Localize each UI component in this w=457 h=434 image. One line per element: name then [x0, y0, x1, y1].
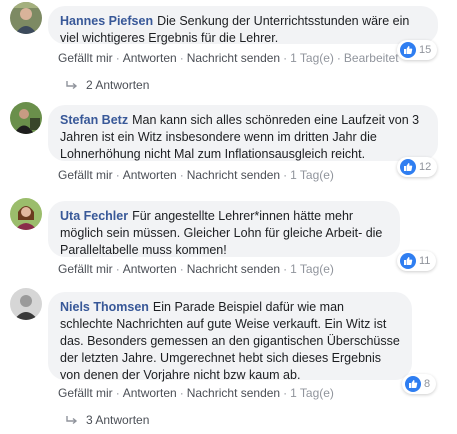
separator-dot: · [115, 51, 120, 65]
view-replies-link[interactable]: 3 Antworten [66, 413, 149, 427]
like-link[interactable]: Gefällt mir [58, 168, 113, 182]
avatar-photo-icon [10, 102, 42, 134]
reply-arrow-icon [66, 415, 78, 425]
comment-author[interactable]: Hannes Piefsen [60, 14, 153, 28]
like-count: 15 [419, 44, 432, 56]
avatar[interactable] [10, 288, 42, 320]
send-message-link[interactable]: Nachricht senden [187, 262, 280, 276]
reply-link[interactable]: Antworten [123, 386, 177, 400]
timestamp[interactable]: 1 Tag(e) [290, 386, 334, 400]
separator-dot: · [115, 386, 120, 400]
like-reaction-icon [400, 42, 416, 58]
comment-actions: Gefällt mir · Antworten · Nachricht senden · 1… [58, 51, 399, 65]
comment-author[interactable]: Niels Thomsen [60, 300, 149, 314]
timestamp[interactable]: 1 Tag(e) [290, 168, 334, 182]
replies-count-label: 3 Antworten [86, 413, 150, 427]
comment-bubble: Hannes Piefsen Die Senkung der Unterricht… [48, 6, 438, 45]
view-replies-link[interactable]: 2 Antworten [66, 78, 149, 92]
reply-arrow-icon [66, 80, 78, 90]
send-message-link[interactable]: Nachricht senden [187, 168, 280, 182]
separator-dot: · [179, 262, 184, 276]
comment-author[interactable]: Stefan Betz [60, 113, 128, 127]
like-link[interactable]: Gefällt mir [58, 51, 113, 65]
separator-dot: · [115, 168, 120, 182]
separator-dot: · [179, 386, 184, 400]
avatar[interactable] [10, 2, 42, 34]
comment-actions: Gefällt mir · Antworten · Nachricht senden · 1… [58, 168, 334, 182]
send-message-link[interactable]: Nachricht senden [187, 51, 280, 65]
like-count: 11 [419, 255, 431, 267]
reaction-count[interactable]: 11 [397, 251, 437, 271]
comment-bubble: Uta Fechler Für angestellte Lehrer*innen … [48, 201, 400, 257]
like-reaction-icon [405, 376, 421, 392]
timestamp[interactable]: 1 Tag(e) [290, 51, 334, 65]
like-link[interactable]: Gefällt mir [58, 262, 113, 276]
reaction-count[interactable]: 15 [397, 40, 438, 60]
comment-author[interactable]: Uta Fechler [60, 209, 128, 223]
comment-bubble: Stefan Betz Man kann sich alles schönrede… [48, 105, 438, 161]
reply-link[interactable]: Antworten [123, 168, 177, 182]
separator-dot: · [283, 51, 288, 65]
send-message-link[interactable]: Nachricht senden [187, 386, 280, 400]
separator-dot: · [283, 262, 288, 276]
like-count: 8 [424, 378, 431, 390]
reaction-count[interactable]: 12 [397, 157, 438, 177]
separator-dot: · [179, 51, 184, 65]
like-link[interactable]: Gefällt mir [58, 386, 113, 400]
edited-label[interactable]: Bearbeitet [344, 51, 399, 65]
separator-dot: · [283, 168, 288, 182]
replies-count-label: 2 Antworten [86, 78, 150, 92]
separator-dot: · [283, 386, 288, 400]
like-count: 12 [419, 161, 432, 173]
avatar-photo-icon [10, 2, 42, 34]
avatar[interactable] [10, 102, 42, 134]
like-reaction-icon [400, 253, 416, 269]
reaction-count[interactable]: 8 [402, 374, 437, 394]
reply-link[interactable]: Antworten [123, 262, 177, 276]
timestamp[interactable]: 1 Tag(e) [290, 262, 334, 276]
comment-actions: Gefällt mir · Antworten · Nachricht senden · 1… [58, 386, 334, 400]
avatar-photo-icon [10, 288, 42, 320]
separator-dot: · [336, 51, 341, 65]
comment-actions: Gefällt mir · Antworten · Nachricht senden · 1… [58, 262, 334, 276]
avatar-photo-icon [10, 198, 42, 230]
like-reaction-icon [400, 159, 416, 175]
avatar[interactable] [10, 198, 42, 230]
separator-dot: · [115, 262, 120, 276]
comment-bubble: Niels Thomsen Ein Parade Beispiel dafür w… [48, 292, 412, 382]
separator-dot: · [179, 168, 184, 182]
reply-link[interactable]: Antworten [123, 51, 177, 65]
